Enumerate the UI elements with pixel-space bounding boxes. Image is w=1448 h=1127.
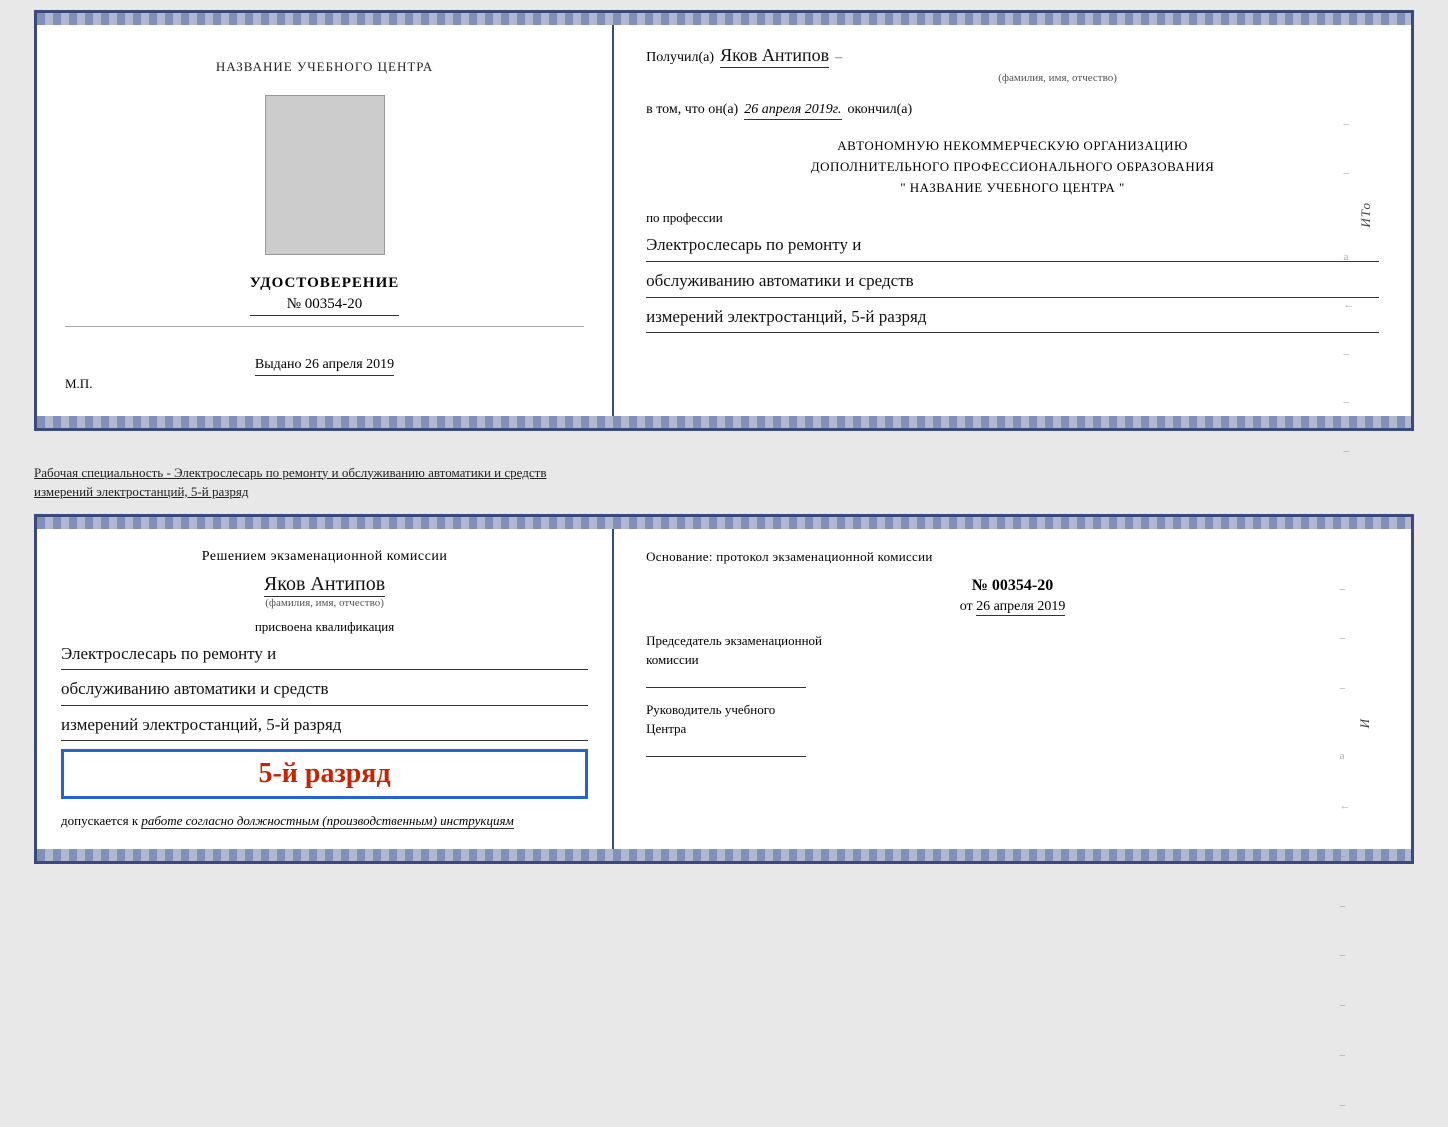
vidano-date: 26 апреля 2019: [305, 357, 394, 372]
ot-label: от: [960, 599, 973, 614]
udostoverenie-label: УДОСТОВЕРЕНИЕ: [250, 275, 400, 292]
prot-date-val: 26 апреля 2019: [976, 599, 1065, 616]
org-block: АВТОНОМНУЮ НЕКОММЕРЧЕСКУЮ ОРГАНИЗАЦИЮ ДО…: [646, 136, 1379, 198]
qual-line3: измерений электростанций, 5-й разряд: [61, 710, 588, 742]
fio-small-bottom: (фамилия, имя, отчество): [61, 597, 588, 609]
org-line1: АВТОНОМНУЮ НЕКОММЕРЧЕСКУЮ ОРГАНИЗАЦИЮ: [646, 136, 1379, 157]
prot-date: от 26 апреля 2019: [646, 599, 1379, 615]
between-label: Рабочая специальность - Электрослесарь п…: [34, 439, 1414, 506]
poluchil-row: Получил(а) Яков Антипов –: [646, 45, 1379, 68]
ito-text: ИТо: [1343, 202, 1389, 228]
center-title-top: НАЗВАНИЕ УЧЕБНОГО ЦЕНТРА: [216, 59, 433, 75]
dopusk-text: работе согласно должностным (производств…: [141, 813, 513, 829]
fio-small-top: (фамилия, имя, отчество): [736, 72, 1379, 84]
ruk-signature-line: [646, 743, 806, 757]
prof-line3: измерений электростанций, 5-й разряд: [646, 302, 1379, 334]
dash-right: –: [835, 50, 842, 66]
osnovanie-label: Основание: протокол экзаменационной коми…: [646, 549, 1379, 565]
org-quote1: ": [900, 180, 906, 195]
vtom-row: в том, что он(а) 26 апреля 2019г. окончи…: [646, 102, 1379, 120]
prof-line1: Электрослесарь по ремонту и: [646, 230, 1379, 262]
poluchil-name: Яков Антипов: [720, 45, 829, 68]
predsedatel-line2: комиссии: [646, 650, 1379, 670]
ruk-line1: Руководитель учебного: [646, 700, 1379, 720]
photo-placeholder: [265, 95, 385, 255]
vtom-label: в том, что он(а): [646, 102, 738, 118]
org-name: НАЗВАНИЕ УЧЕБНОГО ЦЕНТРА: [910, 180, 1115, 195]
org-name-line: " НАЗВАНИЕ УЧЕБНОГО ЦЕНТРА ": [646, 178, 1379, 199]
predsedatel-line1: Председатель экзаменационной: [646, 631, 1379, 651]
org-line2: ДОПОЛНИТЕЛЬНОГО ПРОФЕССИОНАЛЬНОГО ОБРАЗО…: [646, 157, 1379, 178]
bottom-name: Яков Антипов: [264, 573, 385, 597]
resheniem-title: Решением экзаменационной комиссии: [61, 549, 588, 565]
vtom-date: 26 апреля 2019г.: [744, 102, 841, 120]
rank-badge-text: 5-й разряд: [258, 758, 390, 789]
org-quote2: ": [1119, 180, 1125, 195]
poluchil-label: Получил(а): [646, 50, 714, 66]
prof-line2: обслуживанию автоматики и средств: [646, 266, 1379, 298]
vidano-row: Выдано 26 апреля 2019: [255, 357, 394, 376]
po-professii-label: по профессии: [646, 210, 1379, 226]
okonchil-label: окончил(а): [848, 102, 913, 118]
ruk-block: Руководитель учебного Центра: [646, 700, 1379, 757]
prot-number: № 00354-20: [646, 577, 1379, 595]
name-block-bottom: Яков Антипов (фамилия, имя, отчество): [61, 573, 588, 609]
dopuskaetsya-label: допускается к: [61, 813, 138, 828]
mp-label: М.П.: [65, 376, 92, 392]
udost-number: № 00354-20: [250, 296, 400, 316]
ruk-line2: Центра: [646, 719, 1379, 739]
dopuskaetsya-block: допускается к работе согласно должностны…: [61, 813, 588, 829]
prisvoena-label: присвоена квалификация: [61, 619, 588, 635]
predsedatel-block: Председатель экзаменационной комиссии: [646, 631, 1379, 688]
qual-line2: обслуживанию автоматики и средств: [61, 674, 588, 706]
predsedatel-signature-line: [646, 674, 806, 688]
vidano-label: Выдано: [255, 357, 302, 372]
rank-badge: 5-й разряд: [61, 749, 588, 799]
qual-line1: Электрослесарь по ремонту и: [61, 639, 588, 671]
